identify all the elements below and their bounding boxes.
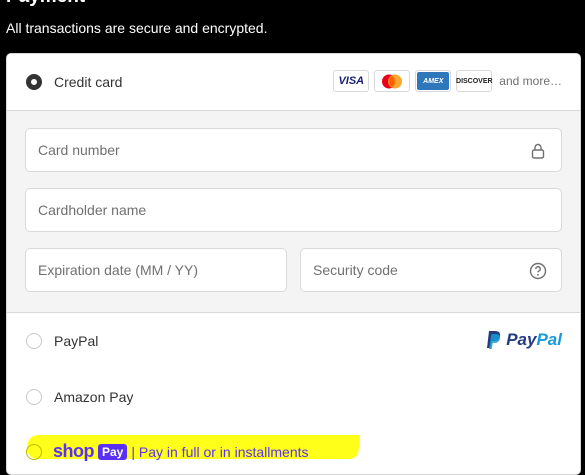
card-number-input[interactable] [26,129,561,171]
expiration-date-input[interactable] [26,249,286,291]
mastercard-icon [374,70,411,92]
card-brands: VISA AMEX DISCOVER and more… [333,70,562,92]
cardholder-name-input[interactable] [26,189,561,231]
paypal-radio[interactable] [26,333,42,349]
more-brands-text: and more… [499,74,562,88]
security-code-input[interactable] [301,249,561,291]
card-number-field[interactable] [25,128,562,172]
credit-card-label: Credit card [54,74,123,90]
shop-pay-badge: Pay [98,443,128,460]
paypal-label: PayPal [54,333,99,349]
amex-icon: AMEX [415,70,452,92]
credit-card-form [7,111,580,313]
shop-logo: shop [53,441,95,461]
payment-option-amazon-pay[interactable]: Amazon Pay [7,369,580,426]
discover-icon: DISCOVER [456,70,493,92]
payment-option-shop-pay[interactable]: shop Pay | Pay in full or in installment… [7,424,580,474]
shop-pay-description: | Pay in full or in installments [131,443,309,460]
help-icon[interactable] [529,262,547,280]
lock-icon [531,143,545,159]
paypal-logo: Pay Pal [486,330,562,350]
payment-methods-panel: Credit card VISA AMEX DISCOVER and more… [6,53,581,475]
credit-card-radio[interactable] [26,74,42,90]
payment-option-paypal[interactable]: PayPal Pay Pal [7,313,580,370]
paypal-icon [487,331,501,349]
expiration-date-field[interactable] [25,248,287,292]
visa-icon: VISA [333,70,370,92]
amazon-pay-radio[interactable] [26,389,42,405]
shop-pay-label: shop Pay | Pay in full or in installment… [53,441,309,462]
amazon-pay-label: Amazon Pay [54,389,134,405]
cardholder-name-field[interactable] [25,188,562,232]
security-notice: All transactions are secure and encrypte… [6,20,268,36]
payment-option-credit-card[interactable]: Credit card VISA AMEX DISCOVER and more… [7,54,580,111]
shop-pay-radio[interactable] [26,444,42,460]
page-title: Payment [6,0,85,8]
security-code-field[interactable] [300,248,562,292]
